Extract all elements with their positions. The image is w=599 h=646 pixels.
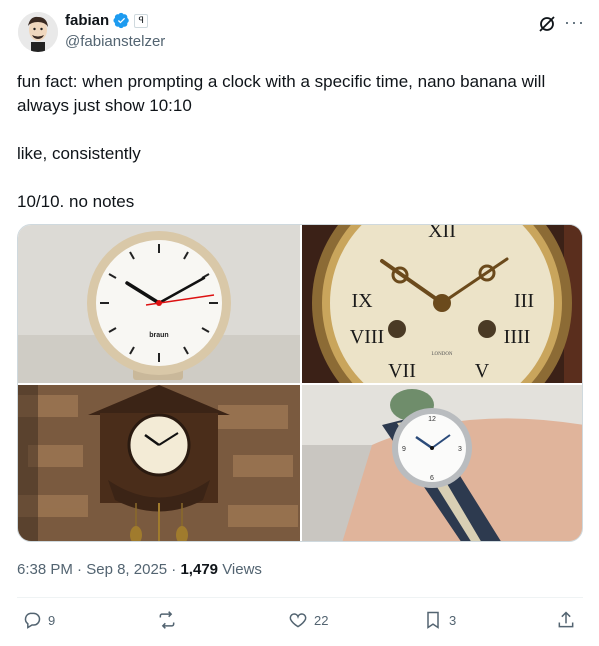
repost-button[interactable]	[157, 610, 183, 630]
bookmark-icon	[427, 611, 439, 629]
tweet-text: fun fact: when prompting a clock with a …	[17, 70, 587, 238]
affiliate-badge-icon[interactable]: ꟼ	[134, 13, 149, 28]
share-icon	[558, 611, 574, 628]
divider	[17, 597, 583, 598]
reply-count: 9	[48, 612, 56, 628]
media-image-wall-clock[interactable]: braun	[18, 225, 300, 383]
views-label: Views	[222, 561, 262, 578]
media-image-roman-clock[interactable]: XII IX III VII V IIII VIII LONDON	[302, 225, 582, 383]
svg-text:XII: XII	[428, 225, 456, 242]
svg-text:III: III	[514, 290, 534, 312]
avatar[interactable]	[18, 12, 58, 52]
tweet-paragraph: 10/10. no notes	[17, 192, 135, 211]
avatar-image	[18, 12, 58, 52]
like-button[interactable]: 22	[288, 610, 328, 630]
svg-text:9: 9	[402, 446, 406, 453]
svg-text:VII: VII	[388, 360, 416, 382]
svg-text:VIII: VIII	[350, 326, 384, 348]
svg-text:IIII: IIII	[504, 326, 531, 348]
tweet-date[interactable]: Sep 8, 2025	[86, 561, 167, 578]
svg-text:3: 3	[458, 446, 462, 453]
verified-badge-icon[interactable]	[113, 12, 130, 29]
clock-label-text: LONDON	[431, 352, 452, 357]
bookmark-button[interactable]: 3	[423, 610, 456, 630]
more-options-icon[interactable]: ···	[564, 12, 585, 33]
like-count: 22	[314, 612, 329, 628]
tweet-paragraph: fun fact: when prompting a clock with a …	[17, 72, 546, 115]
svg-text:V: V	[475, 360, 490, 382]
meta-separator: ·	[77, 561, 83, 578]
reply-icon	[24, 612, 41, 629]
author-handle[interactable]: @fabianstelzer	[65, 33, 165, 50]
svg-text:6: 6	[430, 475, 434, 482]
media-image-wristwatch[interactable]: 12 6 9 3	[302, 385, 582, 541]
meta-separator: ·	[171, 561, 177, 578]
reply-button[interactable]: 9	[22, 610, 55, 630]
repost-icon	[159, 611, 175, 629]
media-image-cuckoo-clock[interactable]	[18, 385, 300, 541]
tweet-paragraph: like, consistently	[17, 144, 141, 163]
svg-text:IX: IX	[351, 290, 373, 312]
action-bar: 9 22 3	[17, 610, 583, 636]
author-name-row: fabian ꟼ	[65, 12, 149, 29]
heart-icon	[289, 613, 307, 628]
tweet-time[interactable]: 6:38 PM	[17, 561, 73, 578]
clock-brand-text: braun	[149, 332, 168, 339]
author-name[interactable]: fabian	[65, 12, 109, 29]
svg-text:12: 12	[428, 416, 436, 423]
share-button[interactable]	[556, 610, 576, 630]
media-grid: braun XII IX III VII V IIII VIII LONDON …	[17, 224, 583, 542]
tweet-meta: 6:38 PM · Sep 8, 2025 · 1,479 Views	[17, 561, 262, 578]
bookmark-count: 3	[449, 612, 457, 628]
views-count: 1,479	[180, 561, 219, 578]
grok-icon[interactable]	[537, 14, 557, 34]
